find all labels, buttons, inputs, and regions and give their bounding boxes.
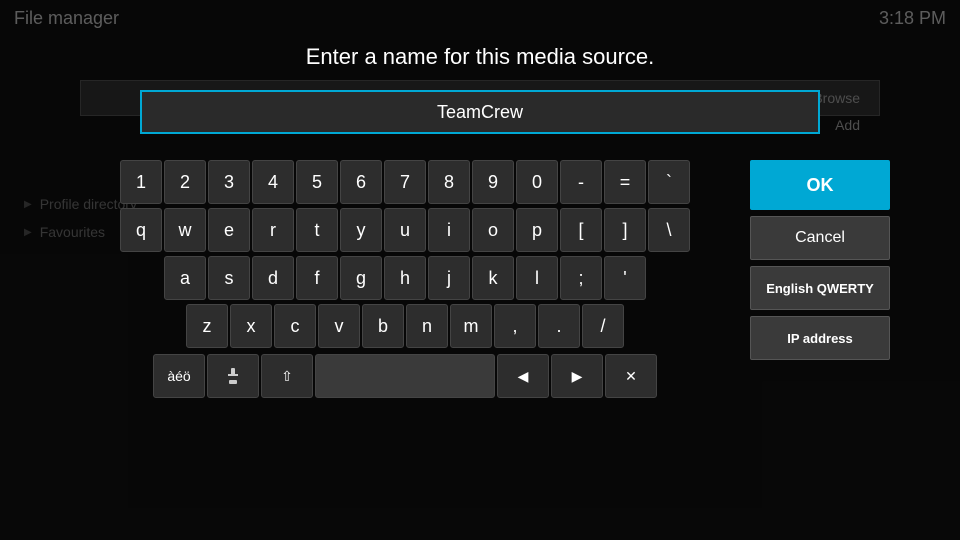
key-equals[interactable]: = xyxy=(604,160,646,204)
key-backspace-icon[interactable]: ✕ xyxy=(605,354,657,398)
key-3[interactable]: 3 xyxy=(208,160,250,204)
key-9[interactable]: 9 xyxy=(472,160,514,204)
key-c[interactable]: c xyxy=(274,304,316,348)
key-q[interactable]: q xyxy=(120,208,162,252)
key-2[interactable]: 2 xyxy=(164,160,206,204)
key-v[interactable]: v xyxy=(318,304,360,348)
key-h[interactable]: h xyxy=(384,256,426,300)
key-t[interactable]: t xyxy=(296,208,338,252)
key-semicolon[interactable]: ; xyxy=(560,256,602,300)
key-z[interactable]: z xyxy=(186,304,228,348)
key-capslock-icon[interactable] xyxy=(207,354,259,398)
dialog-prompt: Enter a name for this media source. xyxy=(306,44,655,70)
key-backtick[interactable]: ` xyxy=(648,160,690,204)
key-n[interactable]: n xyxy=(406,304,448,348)
keyboard-area: 1 2 3 4 5 6 7 8 9 0 - = ` q w e r t xyxy=(70,160,890,398)
key-7[interactable]: 7 xyxy=(384,160,426,204)
key-e[interactable]: e xyxy=(208,208,250,252)
key-w[interactable]: w xyxy=(164,208,206,252)
keyboard-row-asdf: a s d f g h j k l ; ' xyxy=(70,256,740,300)
key-slash[interactable]: / xyxy=(582,304,624,348)
key-m[interactable]: m xyxy=(450,304,492,348)
key-left-icon[interactable]: ◀ xyxy=(497,354,549,398)
key-8[interactable]: 8 xyxy=(428,160,470,204)
key-backslash[interactable]: \ xyxy=(648,208,690,252)
cancel-button[interactable]: Cancel xyxy=(750,216,890,260)
key-y[interactable]: y xyxy=(340,208,382,252)
key-5[interactable]: 5 xyxy=(296,160,338,204)
media-source-name-input[interactable] xyxy=(142,102,818,123)
keyboard-layout-button[interactable]: English QWERTY xyxy=(750,266,890,310)
key-a[interactable]: a xyxy=(164,256,206,300)
key-0[interactable]: 0 xyxy=(516,160,558,204)
virtual-keyboard: 1 2 3 4 5 6 7 8 9 0 - = ` q w e r t xyxy=(70,160,740,398)
key-1[interactable]: 1 xyxy=(120,160,162,204)
key-k[interactable]: k xyxy=(472,256,514,300)
keyboard-row-numbers: 1 2 3 4 5 6 7 8 9 0 - = ` xyxy=(70,160,740,204)
key-right-icon[interactable]: ▶ xyxy=(551,354,603,398)
key-lbracket[interactable]: [ xyxy=(560,208,602,252)
key-accent[interactable]: àéö xyxy=(153,354,205,398)
keyboard-row-zxcv: z x c v b n m , . / xyxy=(70,304,740,348)
key-b[interactable]: b xyxy=(362,304,404,348)
key-s[interactable]: s xyxy=(208,256,250,300)
key-x[interactable]: x xyxy=(230,304,272,348)
key-g[interactable]: g xyxy=(340,256,382,300)
key-i[interactable]: i xyxy=(428,208,470,252)
key-f[interactable]: f xyxy=(296,256,338,300)
key-u[interactable]: u xyxy=(384,208,426,252)
key-shift-icon[interactable]: ⇧ xyxy=(261,354,313,398)
keyboard-row-qwerty: q w e r t y u i o p [ ] \ xyxy=(70,208,740,252)
keyboard-action-row: àéö ⇧ ◀ ▶ ✕ xyxy=(70,354,740,398)
key-l[interactable]: l xyxy=(516,256,558,300)
key-6[interactable]: 6 xyxy=(340,160,382,204)
key-r[interactable]: r xyxy=(252,208,294,252)
ip-address-button[interactable]: IP address xyxy=(750,316,890,360)
key-comma[interactable]: , xyxy=(494,304,536,348)
key-o[interactable]: o xyxy=(472,208,514,252)
dialog-buttons: OK Cancel English QWERTY IP address xyxy=(750,160,890,360)
key-p[interactable]: p xyxy=(516,208,558,252)
key-space[interactable] xyxy=(315,354,495,398)
name-dialog: Enter a name for this media source. 1 2 … xyxy=(70,30,890,530)
key-minus[interactable]: - xyxy=(560,160,602,204)
key-period[interactable]: . xyxy=(538,304,580,348)
key-4[interactable]: 4 xyxy=(252,160,294,204)
key-rbracket[interactable]: ] xyxy=(604,208,646,252)
key-j[interactable]: j xyxy=(428,256,470,300)
key-apostrophe[interactable]: ' xyxy=(604,256,646,300)
input-container[interactable] xyxy=(140,90,820,134)
ok-button[interactable]: OK xyxy=(750,160,890,210)
key-d[interactable]: d xyxy=(252,256,294,300)
